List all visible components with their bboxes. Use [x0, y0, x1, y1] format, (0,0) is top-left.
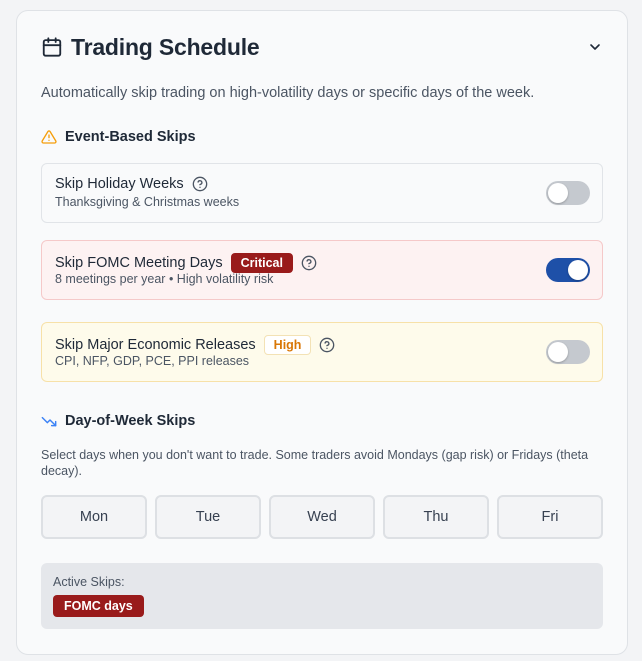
skip-row-fomc: Skip FOMC Meeting Days Critical 8 meetin… [41, 240, 603, 300]
skip-row-economic-releases: Skip Major Economic Releases High CPI, N… [41, 322, 603, 382]
row-title-text: Skip FOMC Meeting Days [55, 255, 223, 271]
row-title: Skip FOMC Meeting Days Critical [55, 253, 317, 273]
warning-triangle-icon [41, 130, 57, 144]
event-section-label: Event-Based Skips [65, 129, 196, 145]
row-description: 8 meetings per year • High volatility ri… [55, 272, 274, 286]
collapse-button[interactable] [583, 35, 607, 59]
fomc-toggle[interactable] [546, 258, 590, 282]
day-button-thu[interactable]: Thu [383, 495, 489, 539]
day-button-tue[interactable]: Tue [155, 495, 261, 539]
holiday-weeks-toggle[interactable] [546, 181, 590, 205]
day-button-mon[interactable]: Mon [41, 495, 147, 539]
row-title: Skip Holiday Weeks [55, 176, 208, 192]
toggle-knob [548, 342, 568, 362]
toggle-knob [548, 183, 568, 203]
dow-section-title: Day-of-Week Skips [41, 413, 195, 429]
active-skips-panel: Active Skips: FOMC days [41, 563, 603, 629]
dow-section-label: Day-of-Week Skips [65, 413, 196, 429]
calendar-icon [42, 37, 62, 57]
active-skip-tag: FOMC days [53, 595, 144, 617]
dow-description: Select days when you don't want to trade… [41, 448, 589, 478]
chevron-down-icon [590, 44, 600, 50]
card-subtitle: Automatically skip trading on high-volat… [41, 85, 535, 101]
help-circle-icon[interactable] [319, 337, 335, 353]
critical-badge: Critical [230, 253, 293, 273]
trending-down-icon [41, 416, 57, 427]
day-button-fri[interactable]: Fri [497, 495, 603, 539]
row-title-text: Skip Holiday Weeks [55, 176, 184, 192]
economic-releases-toggle[interactable] [546, 340, 590, 364]
help-circle-icon[interactable] [301, 255, 317, 271]
active-skips-label: Active Skips: [53, 575, 125, 589]
day-selector: Mon Tue Wed Thu Fri [41, 495, 603, 539]
row-title-text: Skip Major Economic Releases [55, 337, 256, 353]
event-section-title: Event-Based Skips [41, 129, 196, 145]
day-button-wed[interactable]: Wed [269, 495, 375, 539]
toggle-knob [568, 260, 588, 280]
skip-row-holiday-weeks: Skip Holiday Weeks Thanksgiving & Christ… [41, 163, 603, 223]
row-description: Thanksgiving & Christmas weeks [55, 195, 240, 209]
row-title: Skip Major Economic Releases High [55, 335, 335, 355]
card-header: Trading Schedule [41, 33, 607, 61]
help-circle-icon[interactable] [192, 176, 208, 192]
trading-schedule-card: Trading Schedule Automatically skip trad… [16, 10, 628, 655]
high-badge: High [263, 335, 312, 355]
row-description: CPI, NFP, GDP, PCE, PPI releases [55, 354, 250, 368]
page-title: Trading Schedule [71, 33, 260, 60]
